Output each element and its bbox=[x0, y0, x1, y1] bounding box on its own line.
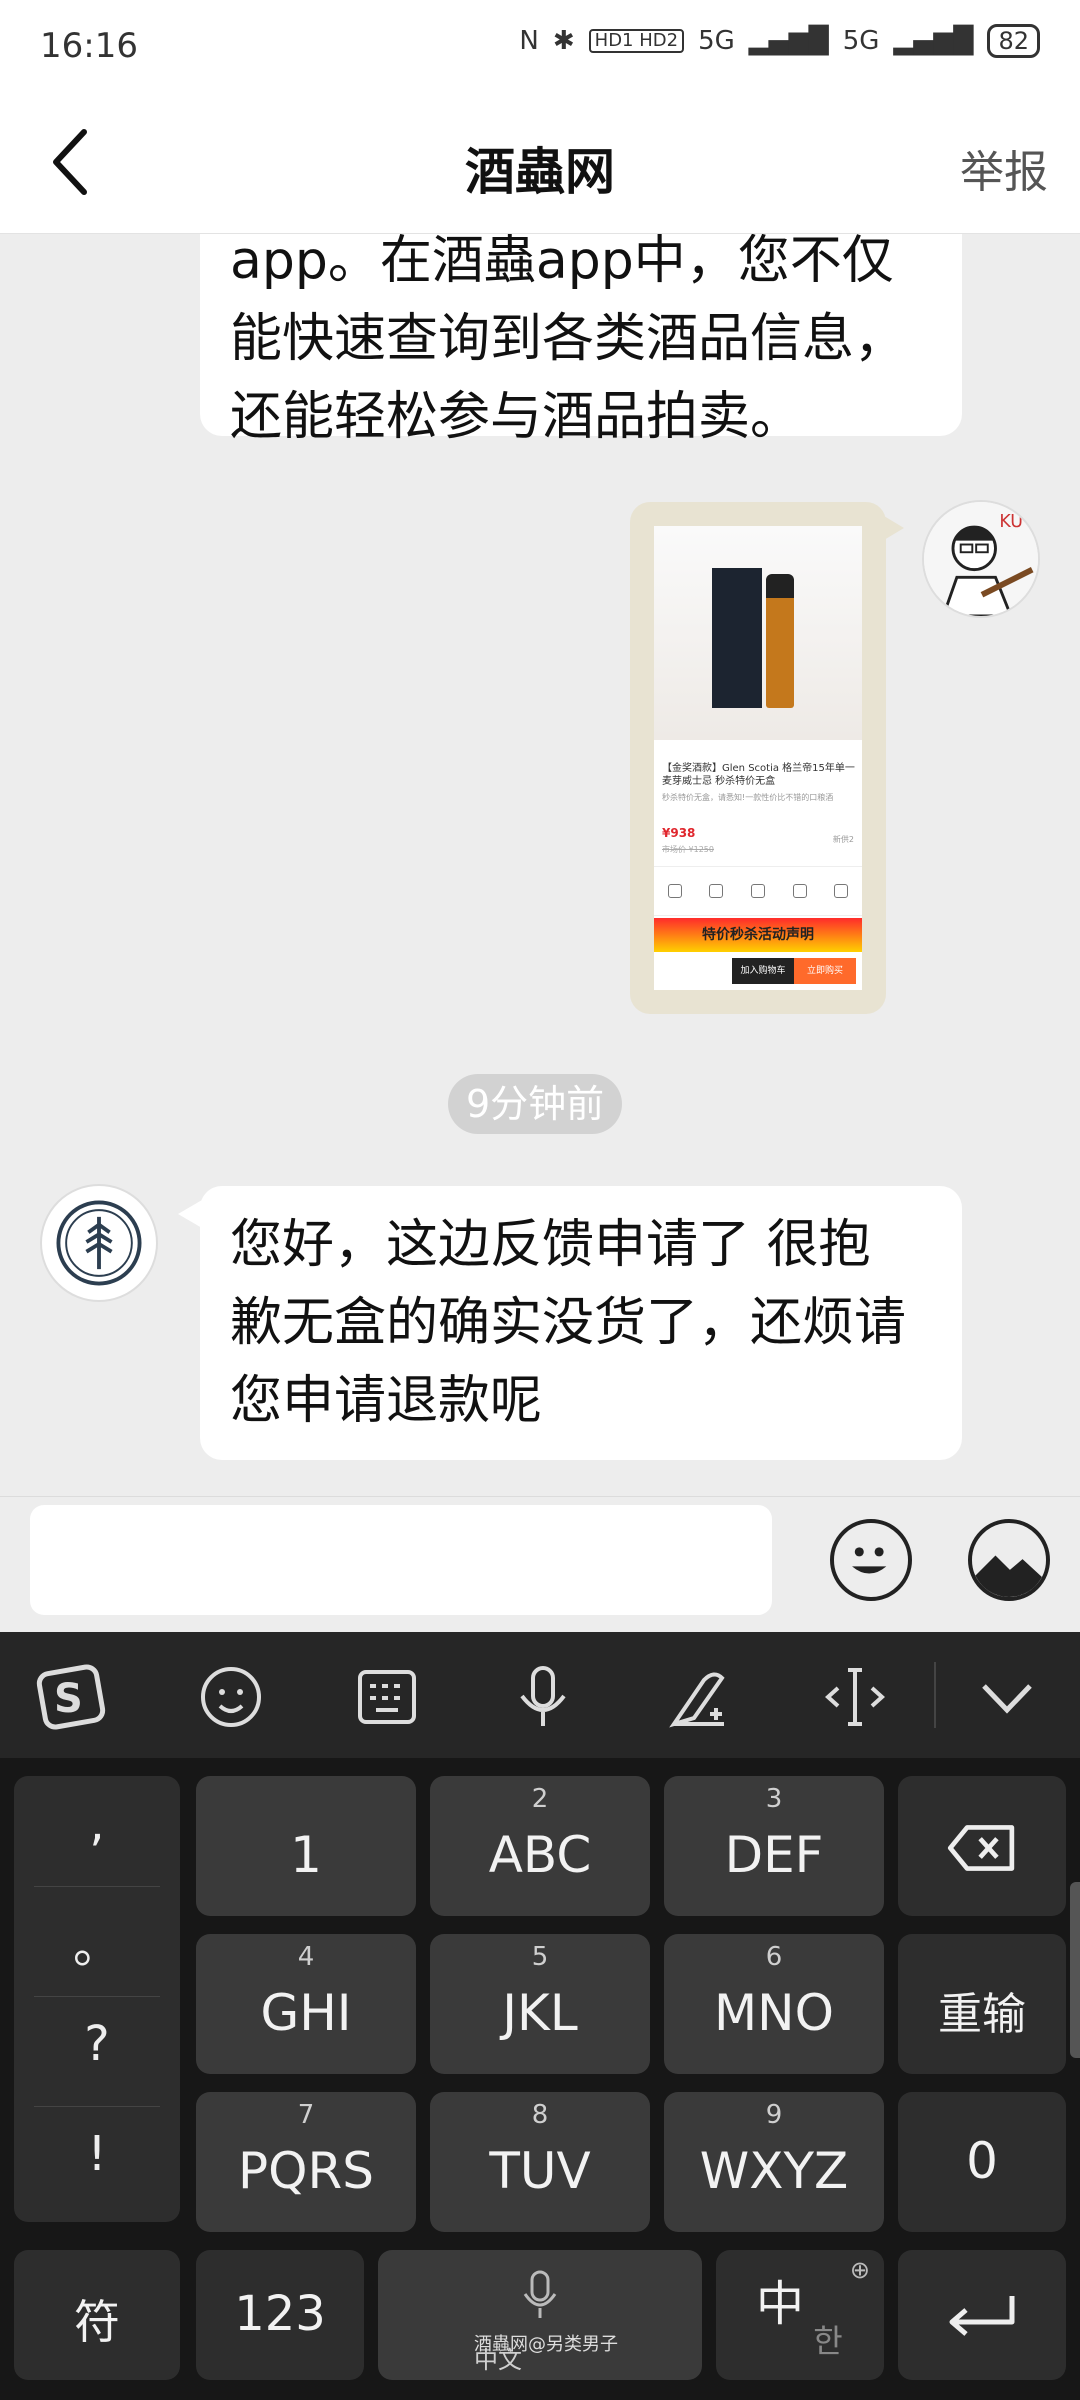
whisky-box-image bbox=[712, 568, 762, 708]
message-line: 还能轻松参与酒品拍卖。 bbox=[230, 387, 803, 447]
product-subtitle: 秒杀特价无盒，请悉知!一款性价比不错的口粮酒 bbox=[662, 793, 834, 802]
product-sold: 新供2 bbox=[832, 835, 854, 844]
keyboard-resize-handle[interactable] bbox=[1070, 1882, 1080, 2058]
retype-key[interactable]: 重输 bbox=[898, 1934, 1066, 2074]
battery-indicator: 82 bbox=[987, 24, 1040, 58]
key-8-tuv[interactable]: 8 TUV bbox=[430, 2092, 650, 2232]
key-1[interactable]: 1 bbox=[196, 1776, 416, 1916]
key-0[interactable]: 0 bbox=[898, 2092, 1066, 2232]
punct-key[interactable]: ? bbox=[14, 2016, 180, 2072]
enter-key[interactable] bbox=[898, 2250, 1066, 2380]
feature-icon bbox=[750, 884, 765, 898]
hd-icon: HD1 HD2 bbox=[588, 29, 685, 53]
keyboard-toolbar: S bbox=[0, 1632, 1080, 1758]
status-time: 16:16 bbox=[40, 26, 138, 66]
microphone-icon bbox=[523, 2270, 557, 2318]
key-9-wxyz[interactable]: 9 WXYZ bbox=[664, 2092, 884, 2232]
number-mode-key[interactable]: 123 bbox=[196, 2250, 364, 2380]
svg-text:S: S bbox=[54, 1676, 83, 1722]
space-key[interactable]: 中文 bbox=[378, 2250, 702, 2380]
signal-bars-icon: ▂▄▆█ bbox=[748, 26, 829, 56]
signal-5g-icon-2: 5G bbox=[842, 26, 880, 56]
svg-text:KU: KU bbox=[999, 512, 1023, 532]
chat-title: 酒蟲网 bbox=[465, 143, 615, 201]
punct-key[interactable]: 。 bbox=[14, 1906, 180, 1976]
feature-icon bbox=[667, 884, 682, 898]
punct-key[interactable]: ! bbox=[14, 2126, 180, 2182]
punct-key[interactable]: , bbox=[14, 1796, 180, 1852]
nfc-icon: N bbox=[519, 26, 539, 56]
keyboard: , 。 ? ! 1 2 ABC 3 DEF 4 GHI 5 JKL 6 MNO bbox=[0, 1758, 1080, 2400]
user-avatar[interactable]: KU bbox=[922, 500, 1040, 618]
message-bubble-shop[interactable]: 您好，这边反馈申请了 很抱 歉无盒的确实没货了，还烦请 您申请退款呢 bbox=[178, 1186, 962, 1460]
message-bubble-shop[interactable]: app。在酒蟲app中，您不仅 能快速查询到各类酒品信息， 还能轻松参与酒品拍卖… bbox=[200, 234, 962, 447]
bluetooth-icon: ✱ bbox=[552, 26, 575, 56]
product-screenshot: 【金奖酒款】Glen Scotia 格兰帝15年单一麦芽威士忌 秒杀特价无盒 秒… bbox=[654, 526, 862, 990]
watermark: 酒蟲网@另类男子 bbox=[474, 2334, 618, 2355]
backspace-icon bbox=[947, 1825, 1015, 1871]
message-line: 您申请退款呢 bbox=[230, 1371, 543, 1431]
key-7-pqrs[interactable]: 7 PQRS bbox=[196, 2092, 416, 2232]
feature-icon bbox=[792, 884, 807, 898]
chat-list[interactable]: app。在酒蟲app中，您不仅 能快速查询到各类酒品信息， 还能轻松参与酒品拍卖… bbox=[0, 234, 1080, 1496]
product-title: 【金奖酒款】Glen Scotia 格兰帝15年单一麦芽威士忌 秒杀特价无盒 bbox=[662, 763, 855, 787]
hide-keyboard-icon[interactable] bbox=[972, 1662, 1042, 1732]
signal-bars-icon-2: ▂▄▆█ bbox=[893, 26, 974, 56]
message-timestamp: 9分钟前 bbox=[448, 1074, 623, 1134]
microphone-icon[interactable] bbox=[508, 1662, 578, 1732]
promo-banner: 特价秒杀活动声明 bbox=[654, 918, 862, 952]
feature-icon bbox=[834, 884, 849, 898]
globe-icon: ⊕ bbox=[849, 2256, 870, 2284]
key-3-def[interactable]: 3 DEF bbox=[664, 1776, 884, 1916]
punctuation-column[interactable]: , 。 ? ! bbox=[14, 1776, 180, 2222]
message-line: 您好，这边反馈申请了 很抱 bbox=[230, 1215, 871, 1275]
backspace-key[interactable] bbox=[898, 1776, 1066, 1916]
add-cart-label: 加入购物车 bbox=[732, 958, 794, 984]
input-bar bbox=[0, 1496, 1080, 1632]
message-line: 歉无盒的确实没货了，还烦请 bbox=[230, 1293, 907, 1353]
symbol-key[interactable]: 符 bbox=[14, 2250, 180, 2380]
handwriting-icon[interactable] bbox=[664, 1662, 734, 1732]
status-icons: N ✱ HD1 HD2 5G ▂▄▆█ 5G ▂▄▆█ 82 bbox=[519, 24, 1040, 58]
buy-now-label: 立即购买 bbox=[794, 958, 856, 984]
keyboard-icon[interactable] bbox=[352, 1662, 422, 1732]
report-button[interactable]: 举报 bbox=[960, 136, 1048, 200]
emoji-icon[interactable] bbox=[830, 1519, 912, 1601]
message-line: 能快速查询到各类酒品信息， bbox=[230, 309, 907, 369]
image-message[interactable]: 【金奖酒款】Glen Scotia 格兰帝15年单一麦芽威士忌 秒杀特价无盒 秒… bbox=[630, 502, 904, 1014]
photo-icon[interactable] bbox=[968, 1519, 1050, 1601]
product-feature-icons bbox=[654, 866, 862, 916]
emoji-icon[interactable] bbox=[196, 1662, 266, 1732]
key-4-ghi[interactable]: 4 GHI bbox=[196, 1934, 416, 2074]
product-price: ¥938 bbox=[662, 826, 696, 840]
sogou-logo-icon[interactable]: S bbox=[36, 1662, 106, 1732]
key-5-jkl[interactable]: 5 JKL bbox=[430, 1934, 650, 2074]
key-6-mno[interactable]: 6 MNO bbox=[664, 1934, 884, 2074]
status-bar: 16:16 N ✱ HD1 HD2 5G ▂▄▆█ 5G ▂▄▆█ 82 bbox=[0, 0, 1080, 96]
signal-5g-icon: 5G bbox=[698, 26, 735, 56]
toolbar-divider bbox=[934, 1662, 936, 1728]
enter-icon bbox=[949, 2296, 1015, 2336]
whisky-bottle-image bbox=[766, 574, 794, 708]
language-switch-key[interactable]: 中 한 ⊕ bbox=[716, 2250, 884, 2380]
message-line: app。在酒蟲app中，您不仅 bbox=[230, 234, 894, 291]
shop-avatar[interactable] bbox=[40, 1184, 158, 1302]
chat-header: 酒蟲网 举报 bbox=[0, 96, 1080, 234]
cursor-move-icon[interactable] bbox=[820, 1662, 890, 1732]
feature-icon bbox=[709, 884, 724, 898]
message-input[interactable] bbox=[30, 1505, 772, 1615]
product-original-price: 市场价 ¥1250 bbox=[662, 845, 714, 854]
key-2-abc[interactable]: 2 ABC bbox=[430, 1776, 650, 1916]
